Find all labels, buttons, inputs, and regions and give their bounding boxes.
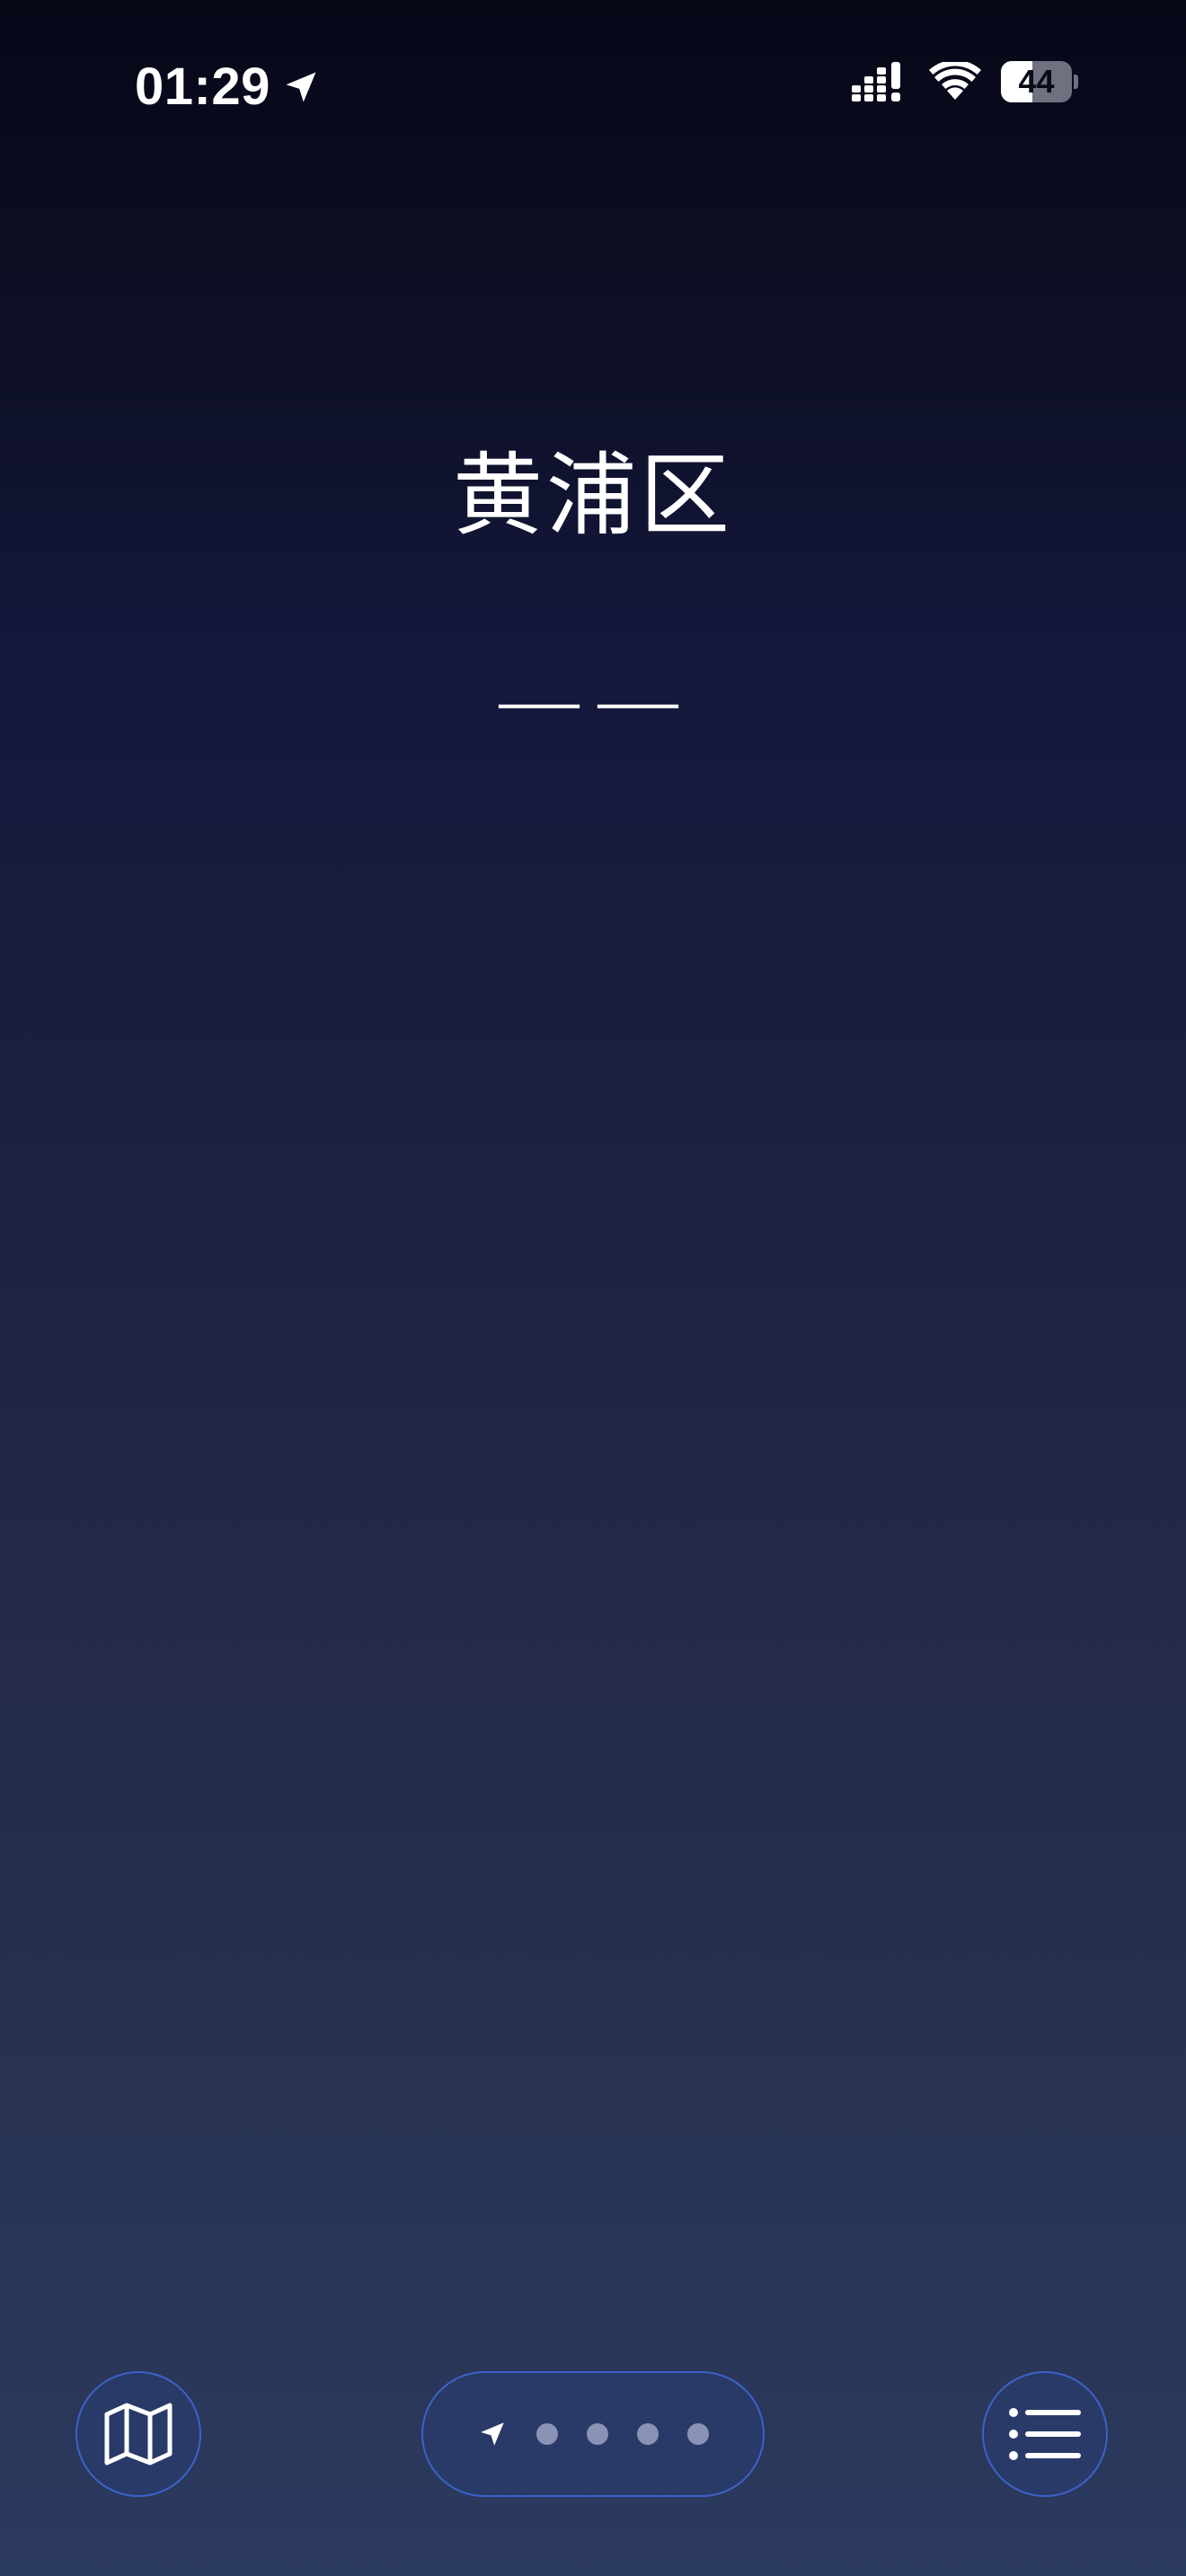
battery-cap — [1074, 75, 1078, 89]
status-time-group: 01:29 — [135, 56, 321, 119]
list-button[interactable] — [982, 2371, 1108, 2497]
list-icon — [1009, 2408, 1081, 2460]
wifi-icon — [929, 62, 981, 100]
battery-body: 44 — [1001, 61, 1073, 102]
status-right: 44 — [852, 61, 1078, 102]
location-name: 黄浦区 — [453, 443, 733, 548]
cellular-signal-icon — [852, 62, 900, 101]
status-time: 01:29 — [135, 57, 270, 116]
map-button[interactable] — [75, 2371, 201, 2497]
battery-icon: 44 — [1001, 61, 1078, 102]
page-dot[interactable] — [587, 2423, 608, 2445]
page-indicator[interactable] — [421, 2371, 765, 2497]
map-icon — [104, 2403, 173, 2466]
page-dot[interactable] — [687, 2423, 709, 2445]
location-arrow-icon[interactable] — [477, 2419, 508, 2449]
battery-level: 44 — [1018, 63, 1055, 100]
page-dot[interactable] — [536, 2423, 558, 2445]
page-dot[interactable] — [637, 2423, 659, 2445]
location-arrow-icon — [286, 72, 316, 102]
status-bar: 01:29 44 — [0, 0, 1186, 171]
temperature: —— — [494, 648, 692, 753]
